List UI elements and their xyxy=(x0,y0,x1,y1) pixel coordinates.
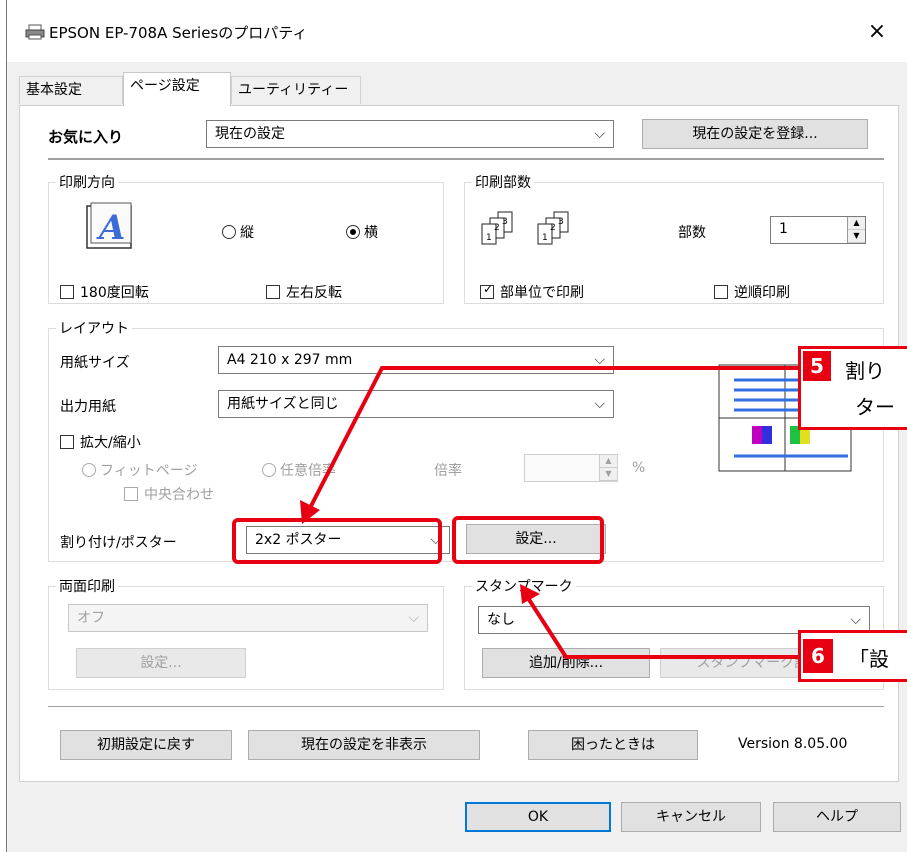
callout-step-5-line1: 割り xyxy=(845,359,885,383)
callout-step-5-number: 5 xyxy=(803,351,831,381)
annotation-arrows xyxy=(300,366,800,659)
highlight-nup-select xyxy=(232,518,442,564)
highlight-nup-settings xyxy=(452,516,604,564)
callout-step-5: 5 割り ター xyxy=(798,346,907,430)
callout-step-6: 6 「設 xyxy=(798,630,907,682)
callout-step-5-line2: ター xyxy=(855,395,895,419)
tab-page-setup[interactable]: ページ設定 xyxy=(123,72,231,106)
callout-step-6-text: 「設 xyxy=(849,647,889,671)
callout-step-6-number: 6 xyxy=(803,639,833,673)
